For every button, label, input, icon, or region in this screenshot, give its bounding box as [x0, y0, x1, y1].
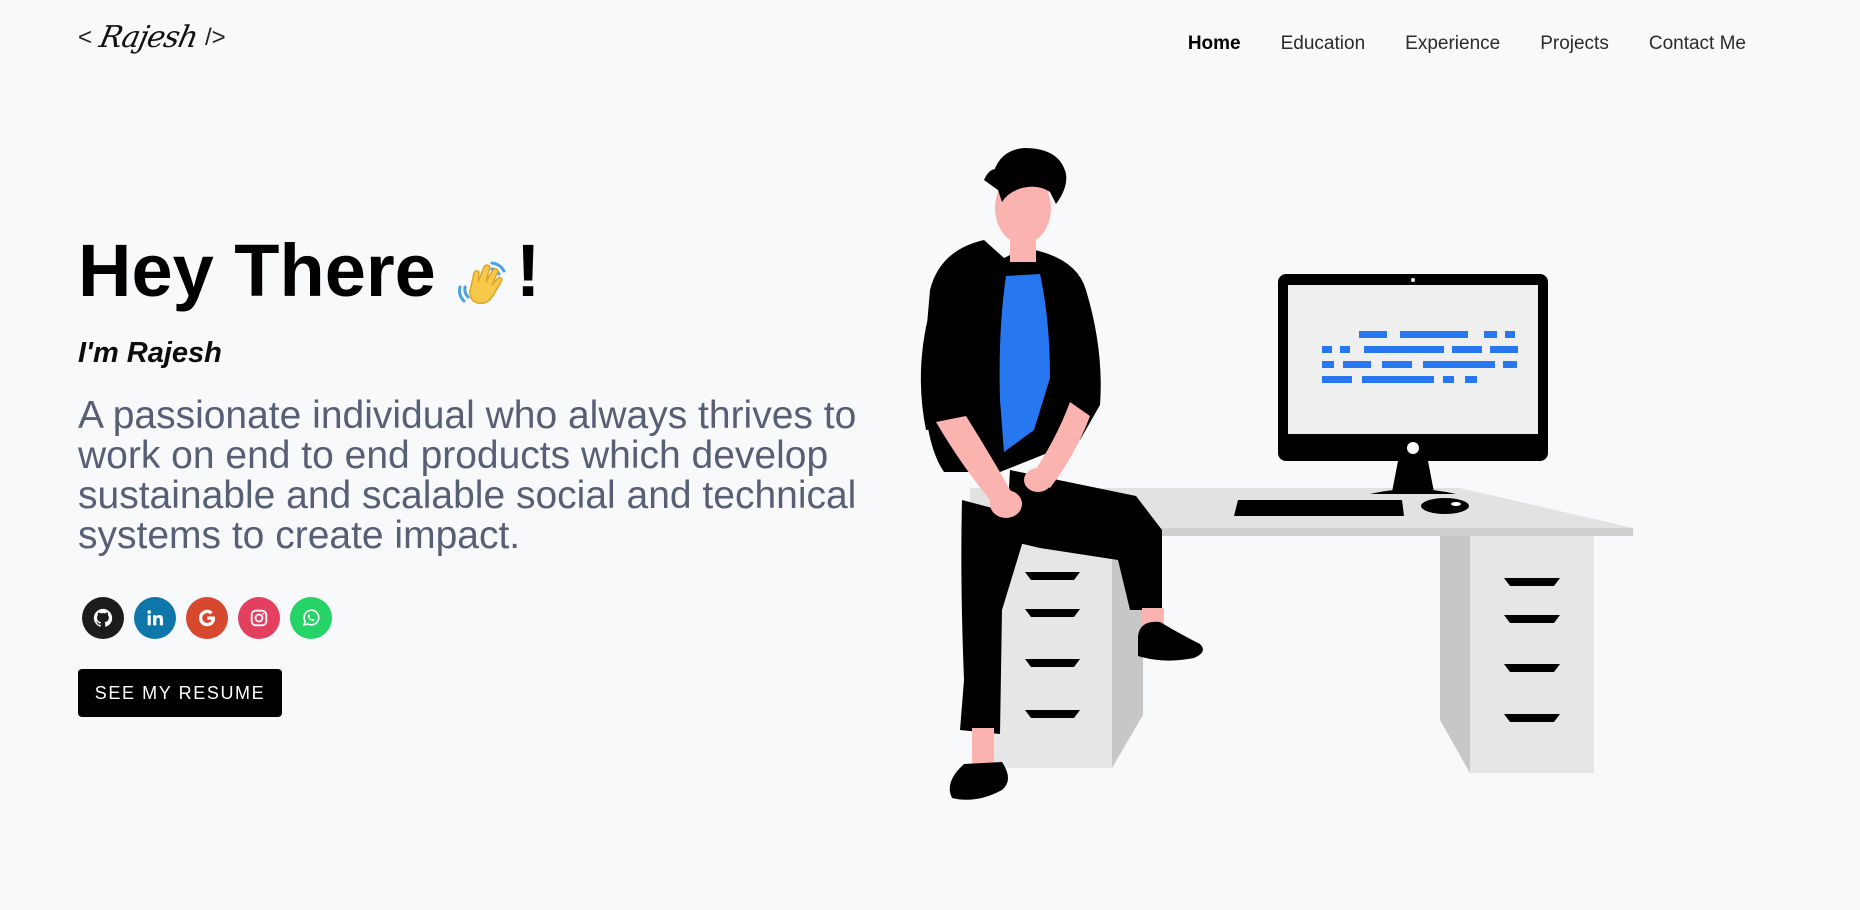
logo-signature: Rajesh [96, 20, 201, 55]
whatsapp-icon [302, 609, 320, 627]
linkedin-icon [147, 610, 163, 626]
site-header: < Rajesh /> Home Education Experience Pr… [0, 0, 1860, 94]
hero-description: A passionate individual who always thriv… [78, 394, 857, 557]
keyboard [1234, 500, 1404, 516]
google-icon [198, 609, 216, 627]
linkedin-link[interactable] [134, 597, 176, 639]
hero-title-suffix: ! [515, 229, 541, 312]
computer-monitor [1278, 274, 1548, 494]
hero-title-text: Hey There [78, 229, 436, 312]
social-links [82, 597, 332, 639]
google-link[interactable] [186, 597, 228, 639]
waving-hand-icon [454, 243, 510, 305]
see-resume-button[interactable]: SEE MY RESUME [78, 669, 282, 717]
developer-desk-illustration [920, 148, 1633, 800]
instagram-icon [250, 609, 268, 627]
logo-link[interactable]: < Rajesh /> [78, 20, 226, 55]
instagram-link[interactable] [238, 597, 280, 639]
main-nav: Home Education Experience Projects Conta… [1188, 33, 1746, 55]
hero-title: Hey There ! [78, 226, 540, 316]
logo-close-bracket: /> [204, 23, 226, 51]
hero-subtitle: I'm Rajesh [78, 337, 222, 369]
nav-link-home[interactable]: Home [1188, 33, 1241, 55]
whatsapp-link[interactable] [290, 597, 332, 639]
github-icon [93, 608, 113, 627]
nav-link-experience[interactable]: Experience [1405, 33, 1500, 55]
mouse [1421, 498, 1469, 514]
github-link[interactable] [82, 597, 124, 639]
nav-link-contact-me[interactable]: Contact Me [1649, 33, 1746, 55]
logo-open-bracket: < [78, 23, 93, 51]
right-drawer-cabinet [1470, 536, 1594, 773]
nav-link-projects[interactable]: Projects [1540, 33, 1609, 55]
nav-link-education[interactable]: Education [1281, 33, 1366, 55]
hero-illustration [900, 140, 1660, 840]
